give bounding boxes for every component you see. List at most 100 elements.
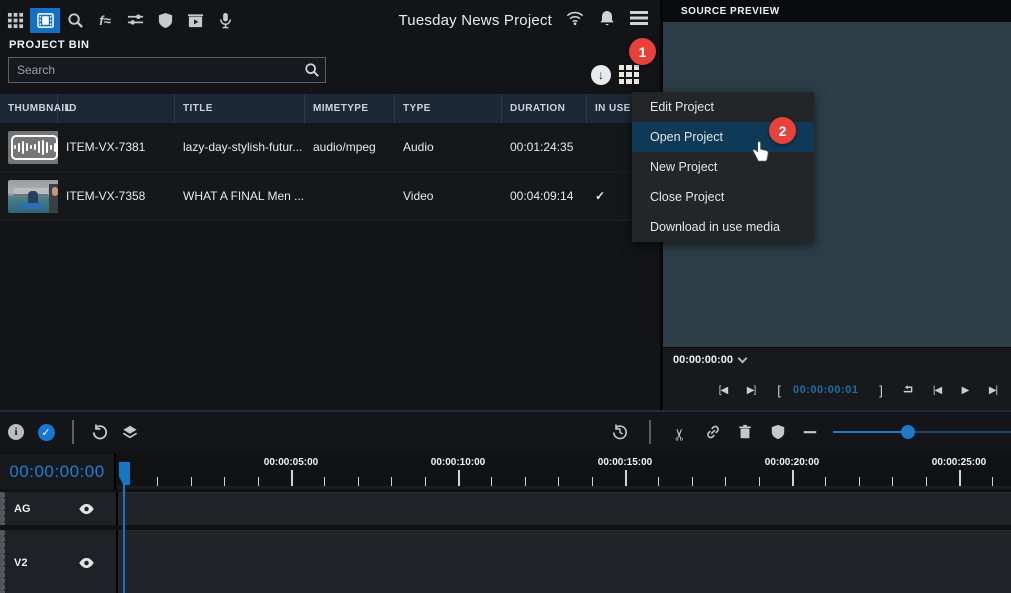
undo-icon[interactable] — [90, 422, 110, 442]
cell-title: lazy-day-stylish-futur... — [175, 140, 305, 154]
ruler-tick — [892, 477, 893, 486]
col-duration[interactable]: DURATION — [502, 94, 587, 123]
col-thumbnail[interactable]: THUMBNAIL — [0, 94, 58, 123]
link-icon[interactable] — [704, 422, 722, 442]
thumbnail-cell[interactable] — [0, 180, 58, 213]
thumbnail-cell[interactable] — [0, 131, 58, 164]
hamburger-menu-icon[interactable] — [630, 9, 648, 32]
search-input-icon[interactable] — [304, 62, 320, 78]
ruler-tick — [157, 477, 158, 486]
drag-handle[interactable] — [0, 492, 5, 525]
preview-timecode-row[interactable]: 00:00:00:00 — [663, 348, 1011, 372]
ruler-tick — [525, 477, 526, 486]
track-ag: AG — [0, 492, 1011, 525]
microphone-icon[interactable] — [210, 8, 240, 33]
check-circle-icon[interactable]: ✓ — [36, 422, 56, 442]
trash-icon[interactable] — [736, 422, 754, 442]
step-badge-1: 1 — [629, 38, 656, 65]
menu-item-download-in-use-media[interactable]: Download in use media — [632, 212, 814, 242]
eye-icon[interactable] — [78, 503, 95, 515]
menu-item-close-project[interactable]: Close Project — [632, 182, 814, 212]
col-type[interactable]: TYPE — [395, 94, 502, 123]
apps-grid-icon[interactable] — [0, 8, 30, 33]
video-still-thumbnail — [8, 180, 58, 213]
zoom-slider-handle[interactable] — [901, 425, 915, 439]
divider — [72, 420, 74, 444]
project-bin-label: PROJECT BIN — [9, 39, 90, 51]
ruler-tick — [825, 477, 826, 486]
video-editor-app: f≈ Tuesday News Project — [0, 0, 1011, 593]
zoom-out-minus-icon[interactable] — [801, 422, 819, 442]
cell-type: Video — [395, 189, 502, 203]
adjust-sliders-icon[interactable] — [120, 8, 150, 33]
prev-frame-button[interactable]: |◀ — [923, 385, 951, 396]
table-row[interactable]: ITEM-VX-7358 WHAT A FINAL Men ... Video … — [0, 172, 660, 221]
timeline-zoom-slider[interactable] — [833, 422, 1011, 442]
eye-icon[interactable] — [78, 557, 95, 569]
timeline-toolbar: i ✓ ✂ — [0, 412, 1011, 452]
project-grid-icon[interactable] — [619, 65, 639, 84]
mark-timecode[interactable]: 00:00:00:01 — [793, 384, 867, 396]
chevron-down-icon[interactable] — [737, 354, 747, 364]
goto-in-button[interactable]: [◀ — [709, 385, 737, 396]
search-icon[interactable] — [60, 8, 90, 33]
source-preview-title: SOURCE PREVIEW — [663, 0, 1011, 22]
project-bin-panel: f≈ Tuesday News Project — [0, 0, 660, 410]
ruler-tick — [291, 470, 293, 486]
preview-timecode: 00:00:00:00 — [673, 354, 733, 366]
project-bin-icon[interactable] — [30, 8, 60, 33]
step-badge-2: 2 — [769, 117, 796, 144]
effects-fx-icon[interactable]: f≈ — [90, 8, 120, 33]
ruler-tick — [458, 470, 460, 486]
ruler-tick — [558, 477, 559, 486]
cursor-hand-icon — [750, 138, 772, 164]
next-frame-button[interactable]: ▶| — [979, 385, 1007, 396]
ruler-tick — [191, 477, 192, 486]
search-row — [8, 57, 326, 83]
ruler-tick — [258, 477, 259, 486]
divider — [649, 420, 651, 444]
loop-button[interactable] — [895, 383, 923, 398]
media-table: THUMBNAIL ID TITLE MIMETYPE TYPE DURATIO… — [0, 94, 660, 221]
cell-id: ITEM-VX-7381 — [58, 140, 175, 154]
menu-item-new-project[interactable]: New Project — [632, 152, 814, 182]
info-icon[interactable]: i — [6, 422, 26, 442]
table-row[interactable]: ITEM-VX-7381 lazy-day-stylish-futur... a… — [0, 123, 660, 172]
history-icon[interactable] — [611, 422, 629, 442]
play-button[interactable]: ▶ — [951, 385, 979, 396]
track-lane[interactable] — [118, 530, 1011, 593]
track-name: V2 — [14, 557, 27, 569]
mark-out-button[interactable]: ] — [867, 383, 895, 398]
download-media-icon[interactable]: ↓ — [591, 65, 611, 85]
cut-scissors-icon[interactable]: ✂ — [670, 423, 690, 441]
layers-icon[interactable] — [120, 422, 140, 442]
timeline-panel: i ✓ ✂ — [0, 410, 1011, 593]
ruler-label: 00:00:20:00 — [765, 457, 819, 468]
ruler-tick — [926, 477, 927, 486]
search-input[interactable] — [8, 57, 326, 83]
ruler-tick — [391, 477, 392, 486]
col-title[interactable]: TITLE — [175, 94, 305, 123]
col-id[interactable]: ID — [58, 94, 175, 123]
drag-handle[interactable] — [0, 530, 5, 593]
export-archive-icon[interactable] — [180, 8, 210, 33]
cell-mimetype: audio/mpeg — [305, 140, 395, 154]
timeline-toolbar-right: ✂ — [611, 420, 1011, 444]
playhead-timecode: 00:00:00:00 — [9, 462, 104, 482]
shield-icon[interactable] — [150, 8, 180, 33]
cell-type: Audio — [395, 140, 502, 154]
project-menu: Edit Project Open Project New Project Cl… — [632, 92, 814, 242]
timeline-ruler[interactable]: 00:00:05:0000:00:10:0000:00:15:0000:00:2… — [118, 454, 1011, 489]
track-header[interactable]: AG — [0, 492, 118, 525]
track-lane[interactable] — [118, 492, 1011, 525]
wifi-icon[interactable] — [566, 9, 584, 32]
col-mimetype[interactable]: MIMETYPE — [305, 94, 395, 123]
shield-icon[interactable] — [768, 422, 786, 442]
ruler-tick — [324, 477, 325, 486]
track-header[interactable]: V2 — [0, 530, 118, 593]
notifications-bell-icon[interactable] — [598, 9, 616, 32]
mark-in-button[interactable]: [ — [765, 383, 793, 398]
toolbar-right-icons — [566, 9, 648, 32]
audio-waveform-thumbnail — [8, 131, 58, 164]
goto-out-button[interactable]: ▶] — [737, 385, 765, 396]
